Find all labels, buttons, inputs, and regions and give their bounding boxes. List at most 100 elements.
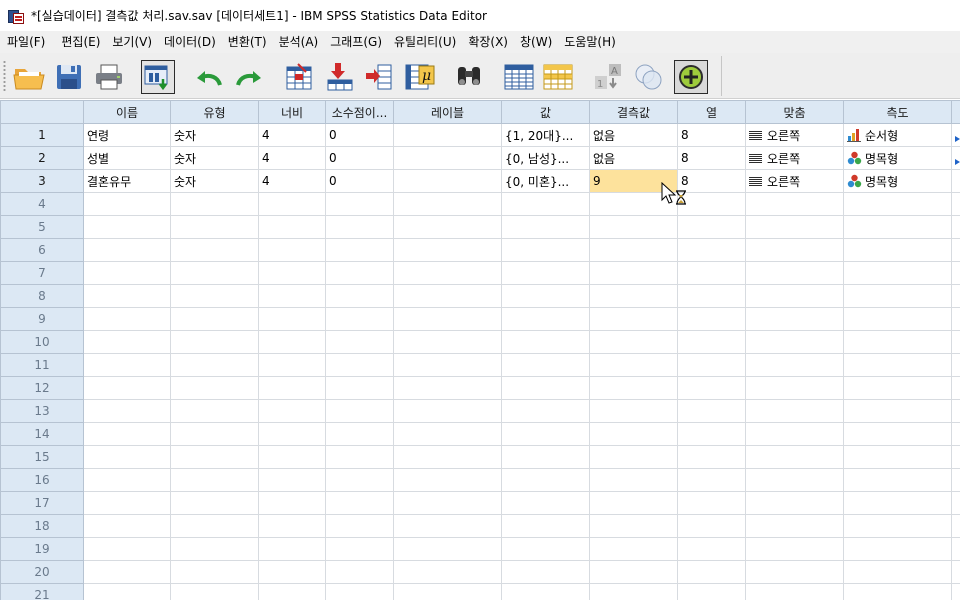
empty-cell[interactable] [745,238,844,262]
empty-cell[interactable] [325,422,394,446]
empty-cell[interactable] [501,537,590,561]
empty-cell[interactable] [589,399,678,423]
cell-align[interactable]: 오른쪽 [745,169,844,193]
empty-cell[interactable] [170,192,259,216]
cell-label[interactable] [393,146,502,170]
empty-cell[interactable] [677,192,746,216]
empty-cell[interactable] [258,514,326,538]
empty-cell[interactable] [325,514,394,538]
empty-cell[interactable] [258,353,326,377]
empty-cell[interactable] [677,537,746,561]
empty-cell[interactable] [325,560,394,584]
empty-cell[interactable] [677,261,746,285]
empty-cell[interactable] [843,583,952,600]
cell-measure[interactable]: 명목형 [843,146,952,170]
row-header[interactable]: 15 [0,445,84,469]
empty-cell[interactable] [258,399,326,423]
empty-cell[interactable] [170,422,259,446]
cell-align[interactable]: 오른쪽 [745,123,844,147]
empty-cell[interactable] [677,399,746,423]
empty-cell[interactable] [589,261,678,285]
cell-measure[interactable]: 명목형 [843,169,952,193]
row-header[interactable]: 3 [0,169,84,193]
empty-cell[interactable] [83,399,171,423]
empty-cell[interactable] [170,445,259,469]
empty-cell[interactable] [843,399,952,423]
empty-cell[interactable] [393,353,502,377]
open-folder-icon[interactable] [12,60,46,94]
empty-cell[interactable] [393,307,502,331]
insert-case-icon[interactable] [323,60,357,94]
column-header-values[interactable]: 값 [501,100,590,124]
empty-cell[interactable] [393,192,502,216]
empty-cell[interactable] [501,583,590,600]
empty-cell[interactable] [745,330,844,354]
empty-cell[interactable] [83,307,171,331]
column-header-role-partial[interactable] [951,100,960,124]
empty-cell[interactable] [170,583,259,600]
empty-cell[interactable] [951,422,960,446]
grid-corner[interactable] [0,100,84,124]
row-header[interactable]: 8 [0,284,84,308]
empty-cell[interactable] [258,215,326,239]
empty-cell[interactable] [501,560,590,584]
empty-cell[interactable] [843,445,952,469]
cell-decimals[interactable]: 0 [325,169,394,193]
split-file-icon[interactable] [502,60,536,94]
empty-cell[interactable] [393,491,502,515]
empty-cell[interactable] [501,215,590,239]
empty-cell[interactable] [843,353,952,377]
column-header-label[interactable]: 레이블 [393,100,502,124]
menu-item[interactable]: 그래프(G) [324,31,388,53]
cell-role-partial[interactable] [951,169,960,193]
empty-cell[interactable] [951,514,960,538]
column-header-decimals[interactable]: 소수점이... [325,100,394,124]
empty-cell[interactable] [589,215,678,239]
empty-cell[interactable] [393,560,502,584]
row-header[interactable]: 16 [0,468,84,492]
dialog-recall-icon[interactable] [141,60,175,94]
row-header[interactable]: 18 [0,514,84,538]
empty-cell[interactable] [258,422,326,446]
empty-cell[interactable] [501,445,590,469]
print-icon[interactable] [92,60,126,94]
empty-cell[interactable] [501,330,590,354]
cell-columns[interactable]: 8 [677,146,746,170]
empty-cell[interactable] [258,238,326,262]
column-header-columns[interactable]: 열 [677,100,746,124]
empty-cell[interactable] [325,261,394,285]
empty-cell[interactable] [393,330,502,354]
empty-cell[interactable] [745,491,844,515]
empty-cell[interactable] [83,330,171,354]
cell-columns[interactable]: 8 [677,123,746,147]
spss-app-icon[interactable] [7,7,25,25]
cell-missing[interactable]: 없음 [589,146,678,170]
cell-missing[interactable]: 9 [589,169,678,193]
cell-name[interactable]: 연령 [83,123,171,147]
empty-cell[interactable] [951,192,960,216]
empty-cell[interactable] [951,261,960,285]
empty-cell[interactable] [589,422,678,446]
empty-cell[interactable] [393,376,502,400]
empty-cell[interactable] [843,307,952,331]
empty-cell[interactable] [258,560,326,584]
empty-cell[interactable] [170,284,259,308]
find-icon[interactable] [452,60,486,94]
menu-item[interactable]: 확장(X) [462,31,514,53]
weight-cases-icon[interactable]: 1A [592,60,626,94]
empty-cell[interactable] [589,514,678,538]
empty-cell[interactable] [677,491,746,515]
select-cases-icon[interactable] [541,60,575,94]
empty-cell[interactable] [677,353,746,377]
empty-cell[interactable] [258,261,326,285]
cell-values[interactable]: {0, 남성}... [501,146,590,170]
empty-cell[interactable] [745,514,844,538]
empty-cell[interactable] [589,491,678,515]
empty-cell[interactable] [170,238,259,262]
cell-type[interactable]: 숫자 [170,169,259,193]
empty-cell[interactable] [170,376,259,400]
menu-item[interactable]: 도움말(H) [558,31,622,53]
empty-cell[interactable] [83,583,171,600]
empty-cell[interactable] [951,238,960,262]
empty-cell[interactable] [677,238,746,262]
